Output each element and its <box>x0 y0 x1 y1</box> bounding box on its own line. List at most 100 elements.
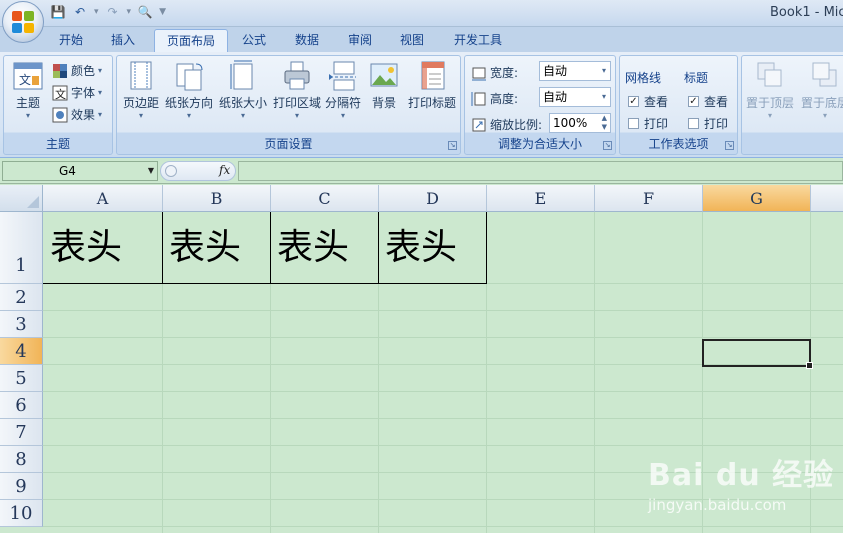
tab-page-layout[interactable]: 页面布局 <box>154 29 229 52</box>
tab-insert[interactable]: 插入 <box>99 29 147 52</box>
row-header-6[interactable]: 6 <box>0 392 43 419</box>
height-icon <box>471 91 487 107</box>
redo-icon[interactable]: ↷ <box>105 4 121 20</box>
column-header-a[interactable]: A <box>43 185 163 212</box>
row-header-10[interactable]: 10 <box>0 500 43 527</box>
tab-view[interactable]: 视图 <box>388 29 436 52</box>
group-arrange: 置于顶层 ▾ 置于底层 ▾ <box>741 55 843 155</box>
check-icon: ✓ <box>628 96 639 107</box>
column-header-g[interactable]: G <box>703 185 811 212</box>
row-header-9[interactable]: 9 <box>0 473 43 500</box>
row-header-4[interactable]: 4 <box>0 338 43 365</box>
gridline <box>43 310 843 311</box>
page-setup-launcher-icon[interactable]: ↘ <box>448 141 457 150</box>
tab-home[interactable]: 开始 <box>47 29 95 52</box>
ribbon-tabs: 开始 插入 页面布局 公式 数据 审阅 视图 开发工具 <box>0 27 843 52</box>
headings-view-checkbox[interactable]: ✓ 查看 <box>688 93 728 110</box>
gridlines-print-checkbox[interactable]: 打印 <box>628 115 668 132</box>
colors-button[interactable]: 颜色 ▾ <box>52 62 102 79</box>
print-preview-icon[interactable]: 🔍 <box>137 4 153 20</box>
cell-b1[interactable]: 表头 <box>163 212 270 284</box>
undo-dropdown-icon[interactable]: ▾ <box>94 7 99 17</box>
height-label: 高度: <box>471 90 518 107</box>
scale-icon <box>471 117 487 133</box>
undo-icon[interactable]: ↶ <box>72 4 88 20</box>
print-area-button[interactable]: 打印区域 ▾ <box>271 60 323 121</box>
print-titles-icon <box>417 60 447 92</box>
height-select[interactable]: 自动 ▾ <box>539 87 611 107</box>
sheet-options-launcher-icon[interactable]: ↘ <box>725 141 734 150</box>
cell-a1[interactable]: 表头 <box>44 212 162 284</box>
column-header-c[interactable]: C <box>271 185 379 212</box>
scale-launcher-icon[interactable]: ↘ <box>603 141 612 150</box>
spin-arrows-icon[interactable]: ▲ ▼ <box>602 114 607 132</box>
group-label-sheet-options: 工作表选项 <box>648 137 709 151</box>
tab-data[interactable]: 数据 <box>283 29 331 52</box>
row-header-2[interactable]: 2 <box>0 284 43 311</box>
breaks-icon <box>328 60 358 92</box>
active-cell-g4[interactable] <box>702 339 813 369</box>
column-header-b[interactable]: B <box>163 185 271 212</box>
group-scale-to-fit: 宽度: 自动 ▾ 高度: 自动 ▾ 缩放比例: 100% ▲ ▼ 调整为合适大小 ↘ <box>464 55 616 155</box>
gridline <box>43 391 843 392</box>
expand-icon[interactable] <box>165 165 177 177</box>
breaks-button[interactable]: 分隔符 ▾ <box>323 60 363 121</box>
gridlines-view-checkbox[interactable]: ✓ 查看 <box>628 93 668 110</box>
row-header-7[interactable]: 7 <box>0 419 43 446</box>
bring-to-front-button[interactable]: 置于顶层 ▾ <box>744 60 796 121</box>
svg-text:文: 文 <box>55 87 66 101</box>
save-icon[interactable]: 💾 <box>50 4 66 20</box>
group-themes: 文 主题 ▾ 颜色 ▾ 文 字体 ▾ 效果 ▾ 主题 <box>3 55 113 155</box>
send-to-back-button[interactable]: 置于底层 ▾ <box>799 60 843 121</box>
office-button[interactable] <box>2 1 44 43</box>
column-header-h[interactable] <box>811 185 843 212</box>
select-all-button[interactable] <box>0 185 43 212</box>
background-button[interactable]: 背景 <box>366 60 402 111</box>
baidu-logo: Bai du 经验 <box>648 458 835 493</box>
insert-function-icon[interactable]: fx <box>219 163 230 177</box>
cell-d1[interactable]: 表头 <box>379 212 486 284</box>
tab-developer[interactable]: 开发工具 <box>442 29 514 52</box>
row-header-1[interactable]: 1 <box>0 212 43 284</box>
row-header-8[interactable]: 8 <box>0 446 43 473</box>
cell-c1[interactable]: 表头 <box>271 212 378 284</box>
margins-button[interactable]: 页边距 ▾ <box>121 60 161 121</box>
row-header-5[interactable]: 5 <box>0 365 43 392</box>
send-to-back-icon <box>810 60 840 92</box>
formula-input[interactable] <box>238 161 843 181</box>
tab-review[interactable]: 审阅 <box>336 29 384 52</box>
cell-border <box>486 212 487 284</box>
gridline <box>594 212 595 533</box>
margins-icon <box>126 60 156 92</box>
print-titles-button[interactable]: 打印标题 <box>405 60 459 111</box>
width-icon <box>471 65 487 81</box>
formula-controls: fx <box>160 161 236 181</box>
headings-print-checkbox[interactable]: 打印 <box>688 115 728 132</box>
effects-button[interactable]: 效果 ▾ <box>52 106 102 123</box>
group-label-themes: 主题 <box>45 137 70 151</box>
redo-dropdown-icon[interactable]: ▾ <box>127 7 132 17</box>
scale-spinner[interactable]: 100% ▲ ▼ <box>549 113 611 133</box>
tab-formulas[interactable]: 公式 <box>230 29 278 52</box>
group-label-page-setup: 页面设置 <box>264 137 313 151</box>
column-header-f[interactable]: F <box>595 185 703 212</box>
baidu-url: jingyan.baidu.com <box>648 496 787 514</box>
row-header-3[interactable]: 3 <box>0 311 43 338</box>
gridlines-title: 网格线 <box>625 71 662 85</box>
formula-bar: G4 ▼ fx <box>0 158 843 184</box>
fonts-button[interactable]: 文 字体 ▾ <box>52 84 102 101</box>
gridline <box>43 418 843 419</box>
customize-qat-icon[interactable]: ▼ <box>159 7 166 17</box>
name-box[interactable]: G4 ▼ <box>2 161 158 181</box>
width-select[interactable]: 自动 ▾ <box>539 61 611 81</box>
orientation-button[interactable]: 纸张方向 ▾ <box>163 60 215 121</box>
svg-text:文: 文 <box>19 72 31 87</box>
bring-to-front-icon <box>755 60 785 92</box>
column-header-d[interactable]: D <box>379 185 487 212</box>
column-header-e[interactable]: E <box>487 185 595 212</box>
size-button[interactable]: 纸张大小 ▾ <box>217 60 269 121</box>
themes-button[interactable]: 文 主题 ▾ <box>8 60 48 121</box>
group-label-scale: 调整为合适大小 <box>497 137 582 151</box>
name-box-dropdown-icon[interactable]: ▼ <box>148 162 154 180</box>
themes-dropdown-icon: ▾ <box>25 111 30 120</box>
